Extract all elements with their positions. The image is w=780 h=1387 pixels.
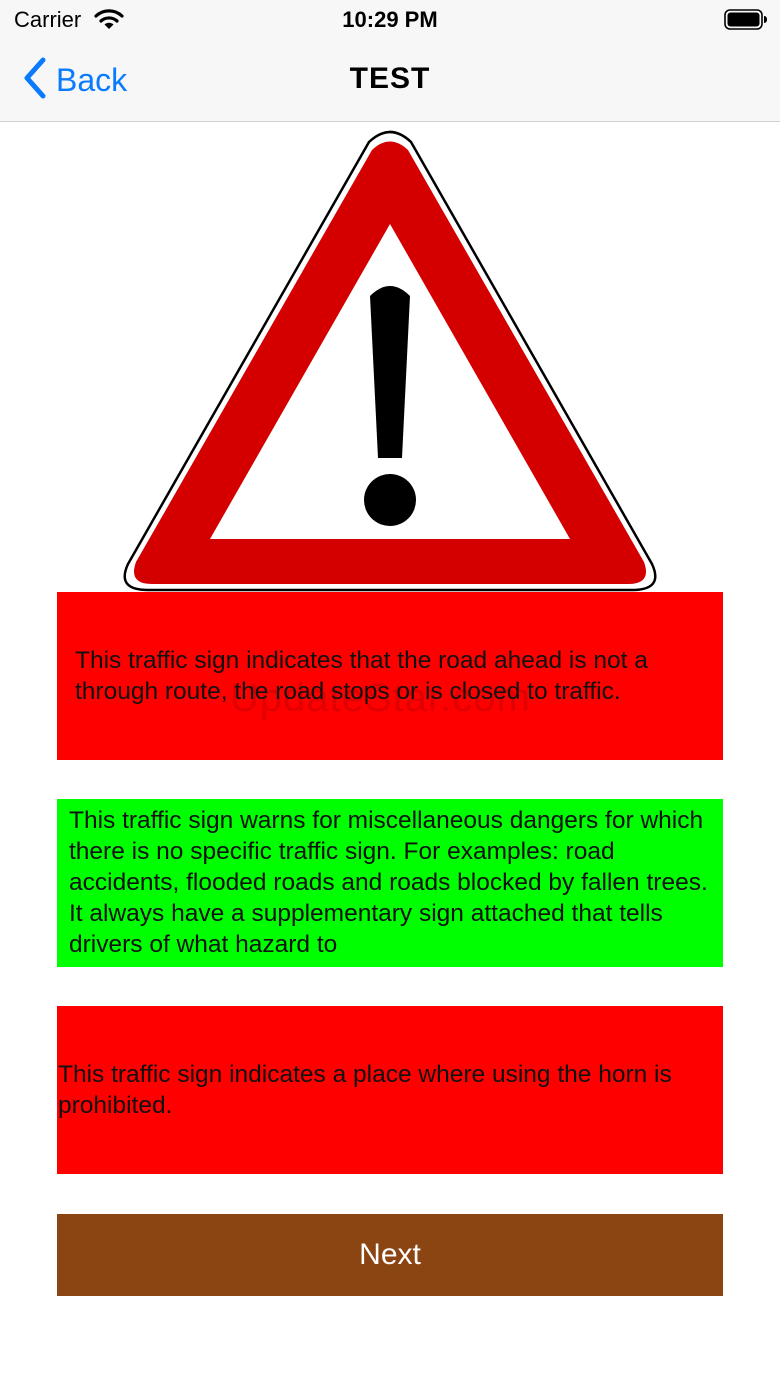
answer-option-2-text: This traffic sign warns for miscellaneou… (69, 807, 708, 958)
answer-option-1[interactable]: This traffic sign indicates that the roa… (57, 592, 723, 760)
answer-option-2[interactable]: This traffic sign warns for miscellaneou… (57, 799, 723, 967)
status-bar: Carrier 10:29 PM (0, 0, 780, 40)
navigation-bar: Back TEST (0, 40, 780, 122)
warning-sign-icon (120, 128, 660, 603)
answer-option-3-text: This traffic sign indicates a place wher… (58, 1061, 672, 1119)
answer-option-3[interactable]: This traffic sign indicates a place wher… (57, 1006, 723, 1174)
status-time: 10:29 PM (342, 7, 438, 32)
answer-option-1-text: This traffic sign indicates that the roa… (75, 647, 648, 705)
page-title: TEST (349, 62, 431, 95)
battery-icon (724, 9, 768, 36)
next-button[interactable]: Next (57, 1214, 723, 1296)
next-button-label: Next (359, 1238, 421, 1271)
